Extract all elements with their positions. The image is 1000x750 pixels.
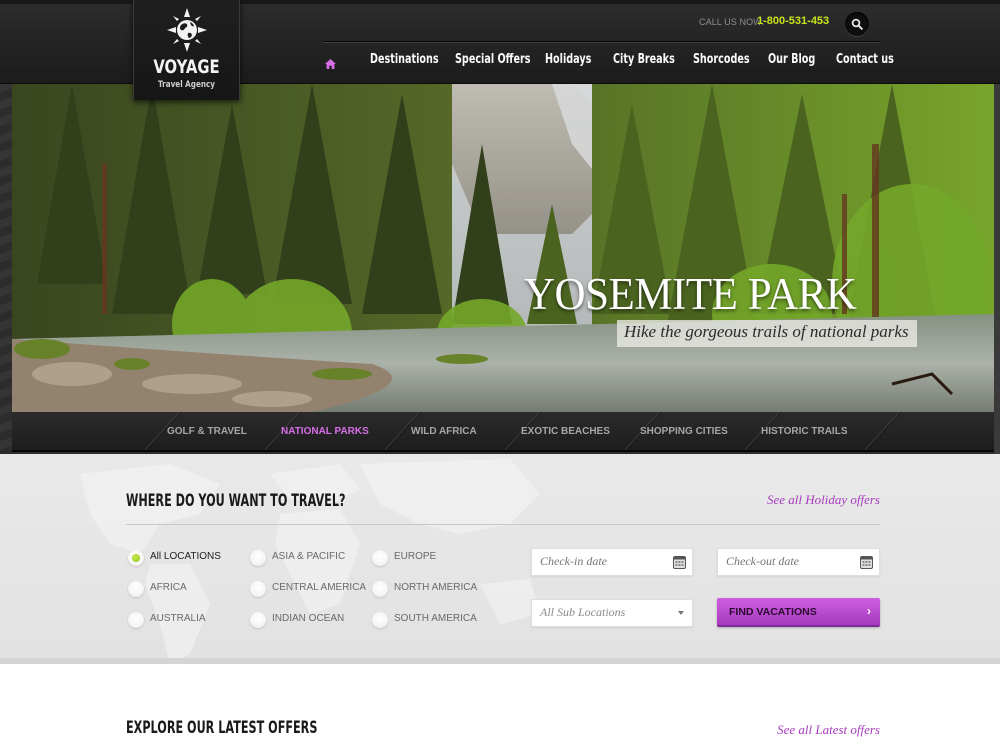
nav-city-breaks[interactable]: City Breaks	[613, 52, 675, 67]
nav-contact-us[interactable]: Contact us	[836, 52, 894, 67]
calendar-icon[interactable]	[860, 555, 873, 569]
sub-location-select[interactable]: All Sub Locations	[531, 599, 693, 627]
calendar-icon[interactable]	[673, 555, 686, 569]
phone-number[interactable]: 1-800-531-453	[757, 15, 829, 27]
radio-checked-indicator	[128, 550, 144, 566]
search-icon	[851, 18, 863, 30]
brand-name: VOYAGE	[153, 56, 220, 78]
radio-label: CENTRAL AMERICA	[272, 582, 367, 593]
radio-label: ASIA & PACIFIC	[272, 551, 346, 562]
radio-indicator	[250, 581, 266, 597]
category-golf-travel[interactable]: GOLF & TRAVEL	[167, 426, 247, 437]
radio-indicator	[372, 550, 388, 566]
compass-globe-icon	[167, 8, 207, 52]
category-divider	[859, 412, 902, 450]
radio-label: INDIAN OCEAN	[272, 613, 345, 624]
sub-location-value: All Sub Locations	[540, 605, 626, 619]
find-vacations-label: FIND VACATIONS	[729, 606, 817, 618]
checkin-date-field[interactable]	[531, 548, 693, 576]
radio-indicator	[372, 612, 388, 628]
category-historic-trails[interactable]: HISTORIC TRAILS	[761, 426, 847, 437]
radio-indicator	[250, 550, 266, 566]
site-logo[interactable]: VOYAGE Travel Agency	[133, 0, 240, 100]
nav-holidays[interactable]: Holidays	[545, 52, 591, 67]
checkout-date-input[interactable]	[726, 554, 856, 569]
section-divider	[126, 524, 880, 525]
nav-home[interactable]	[325, 56, 336, 74]
nav-our-blog[interactable]: Our Blog	[768, 52, 815, 67]
radio-label: EUROPE	[394, 551, 437, 562]
find-vacations-button[interactable]: FIND VACATIONS ›	[717, 598, 880, 627]
hero-slider[interactable]: YOSEMITE PARK Hike the gorgeous trails o…	[12, 84, 994, 412]
chevron-right-icon: ›	[867, 604, 871, 618]
call-us-label: CALL US NOW:	[699, 17, 765, 27]
see-all-holiday-offers-link[interactable]: See all Holiday offers	[767, 492, 880, 508]
brand-tagline: Travel Agency	[158, 80, 215, 90]
radio-label: NORTH AMERICA	[394, 582, 478, 593]
chevron-down-icon	[678, 611, 684, 615]
search-button[interactable]	[845, 12, 869, 36]
home-icon	[325, 59, 336, 69]
category-wild-africa[interactable]: WILD AFRICA	[411, 426, 477, 437]
radio-indicator	[128, 581, 144, 597]
search-section-title: WHERE DO YOU WANT TO TRAVEL?	[126, 491, 346, 511]
radio-label: AUSTRALIA	[150, 613, 206, 624]
nav-divider	[323, 41, 880, 43]
hero-subtitle: Hike the gorgeous trails of national par…	[617, 320, 917, 347]
checkout-date-field[interactable]	[717, 548, 880, 576]
nav-special-offers[interactable]: Special Offers	[455, 52, 530, 67]
hero-title: YOSEMITE PARK	[524, 269, 857, 319]
radio-indicator	[372, 581, 388, 597]
hero-landscape-image	[12, 84, 994, 412]
radio-label: AFRICA	[150, 582, 187, 593]
category-national-parks[interactable]: NATIONAL PARKS	[281, 426, 369, 437]
radio-indicator	[128, 612, 144, 628]
radio-label: All LOCATIONS	[150, 551, 221, 562]
nav-shorcodes[interactable]: Shorcodes	[693, 52, 750, 67]
latest-offers-title: EXPLORE OUR LATEST OFFERS	[126, 718, 318, 738]
category-exotic-beaches[interactable]: EXOTIC BEACHES	[521, 426, 610, 437]
checkin-date-input[interactable]	[540, 554, 670, 569]
see-all-latest-offers-link[interactable]: See all Latest offers	[777, 722, 880, 738]
category-shopping-cities[interactable]: SHOPPING CITIES	[640, 426, 728, 437]
radio-label: SOUTH AMERICA	[394, 613, 477, 624]
nav-destinations[interactable]: Destinations	[370, 52, 439, 67]
hero-category-bar: GOLF & TRAVEL NATIONAL PARKS WILD AFRICA…	[12, 412, 994, 452]
radio-indicator	[250, 612, 266, 628]
